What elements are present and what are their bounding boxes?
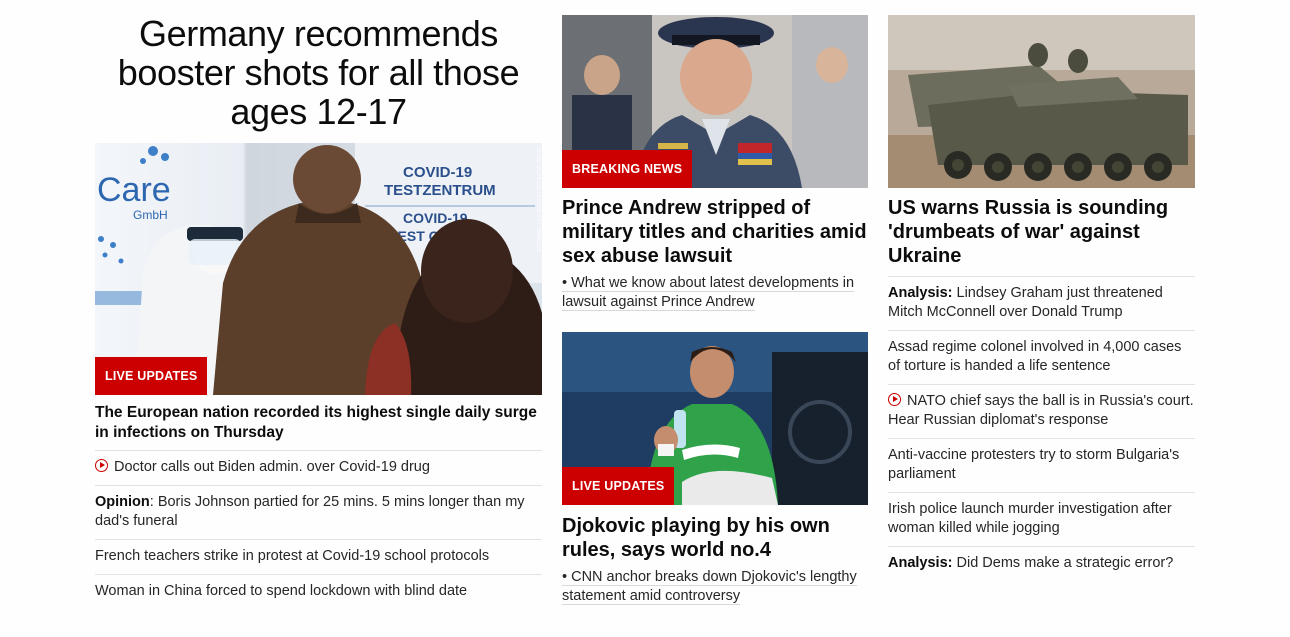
sign-line-1: COVID-19 [403, 164, 472, 181]
lead-story-title[interactable]: The European nation recorded its highest… [95, 403, 542, 443]
link-text[interactable]: : Boris Johnson partied for 25 mins. 5 m… [95, 494, 525, 529]
list-item[interactable]: Woman in China forced to spend lockdown … [95, 574, 542, 609]
list-item[interactable]: Anti-vaccine protesters try to storm Bul… [888, 438, 1195, 492]
lead-column: Germany recommends booster shots for all… [95, 0, 542, 609]
armored-vehicles-photo [888, 15, 1195, 188]
djokovic-text-block: Djokovic playing by his own rules, says … [562, 514, 868, 606]
sublink-text[interactable]: • CNN anchor breaks down Djokovic's leng… [562, 569, 857, 605]
lead-headline[interactable]: Germany recommends booster shots for all… [95, 14, 542, 131]
russia-ukraine-title[interactable]: US warns Russia is sounding 'drumbeats o… [888, 196, 1195, 268]
link-text[interactable]: NATO chief says the ball is in Russia's … [888, 393, 1194, 428]
play-video-icon [95, 459, 108, 472]
middle-column: BREAKING NEWS Prince Andrew stripped of … [562, 0, 868, 605]
link-prefix: Opinion [95, 494, 150, 510]
link-prefix: Analysis: [888, 555, 953, 571]
list-item[interactable]: Opinion: Boris Johnson partied for 25 mi… [95, 485, 542, 539]
live-updates-badge[interactable]: LIVE UPDATES [562, 467, 675, 505]
right-column: US warns Russia is sounding 'drumbeats o… [888, 0, 1195, 581]
djokovic-title[interactable]: Djokovic playing by his own rules, says … [562, 514, 868, 562]
logo-care-text: Care [97, 171, 171, 209]
list-item[interactable]: French teachers strike in protest at Cov… [95, 539, 542, 574]
prince-andrew-image[interactable]: BREAKING NEWS [562, 15, 868, 188]
lead-related-links: Doctor calls out Biden admin. over Covid… [95, 450, 542, 609]
play-video-icon [888, 393, 901, 406]
list-item[interactable]: Irish police launch murder investigation… [888, 492, 1195, 546]
logo-gmbh-text: GmbH [133, 208, 168, 222]
list-item[interactable]: Doctor calls out Biden admin. over Covid… [95, 450, 542, 485]
lead-image[interactable]: COVID-19 TESTZENTRUM COVID-19 TEST CEN C… [95, 143, 542, 395]
list-item[interactable]: NATO chief says the ball is in Russia's … [888, 384, 1195, 438]
link-text[interactable]: French teachers strike in protest at Cov… [95, 548, 489, 564]
sign-line-2: TESTZENTRUM [384, 182, 496, 199]
sublink-text[interactable]: • What we know about latest developments… [562, 275, 855, 311]
prince-andrew-sublink[interactable]: • What we know about latest developments… [562, 274, 868, 312]
prince-andrew-title[interactable]: Prince Andrew stripped of military title… [562, 196, 868, 268]
link-text[interactable]: Did Dems make a strategic error? [952, 555, 1174, 571]
breaking-news-badge[interactable]: BREAKING NEWS [562, 150, 693, 188]
link-text[interactable]: Irish police launch murder investigation… [888, 501, 1172, 536]
djokovic-image[interactable]: LIVE UPDATES [562, 332, 868, 505]
link-prefix: Analysis: [888, 285, 953, 301]
link-text[interactable]: Woman in China forced to spend lockdown … [95, 583, 467, 599]
link-text[interactable]: Assad regime colonel involved in 4,000 c… [888, 339, 1181, 374]
russia-tanks-image[interactable] [888, 15, 1195, 188]
link-text[interactable]: Anti-vaccine protesters try to storm Bul… [888, 447, 1179, 482]
list-item[interactable]: Analysis: Lindsey Graham just threatened… [888, 276, 1195, 330]
live-updates-badge[interactable]: LIVE UPDATES [95, 357, 208, 395]
right-related-links: Analysis: Lindsey Graham just threatened… [888, 276, 1195, 581]
photo-credit: JENS SCHLUETER/GETTY IMAGES [535, 147, 541, 253]
list-item[interactable]: Assad regime colonel involved in 4,000 c… [888, 330, 1195, 384]
djokovic-sublink[interactable]: • CNN anchor breaks down Djokovic's leng… [562, 568, 868, 606]
link-text[interactable]: Doctor calls out Biden admin. over Covid… [114, 459, 430, 475]
list-item[interactable]: Analysis: Did Dems make a strategic erro… [888, 546, 1195, 581]
